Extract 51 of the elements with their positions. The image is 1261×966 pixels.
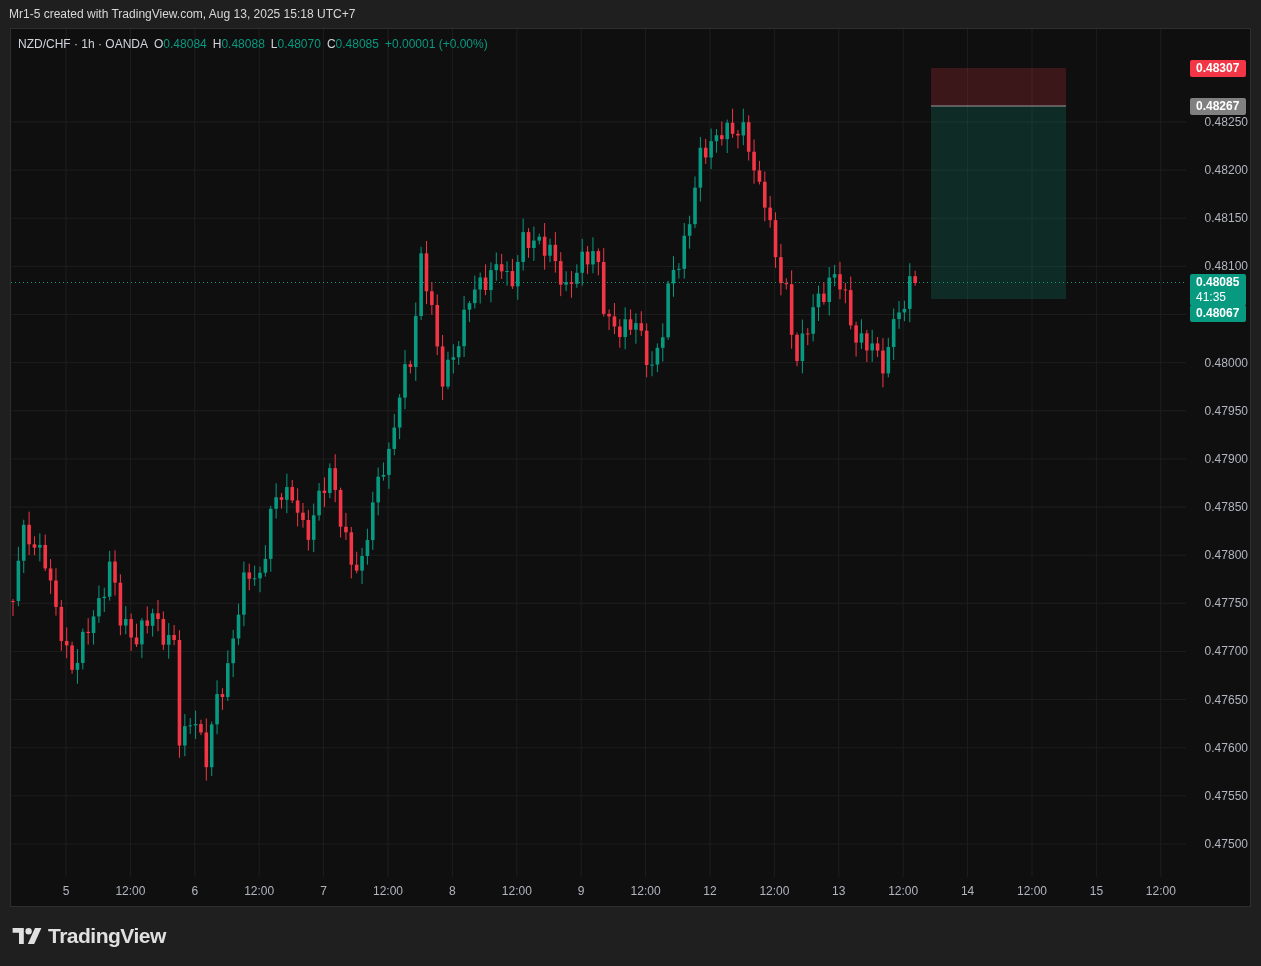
price-change: +0.00001 (+0.00%) (384, 36, 488, 53)
time-axis-label: 12 (703, 884, 717, 898)
price-axis-label: 0.48000 (1203, 355, 1248, 370)
price-axis-label: 0.47800 (1203, 548, 1248, 563)
time-axis-label: 12:00 (888, 884, 919, 898)
time-axis-label: 13 (832, 884, 846, 898)
time-axis-label: 12:00 (373, 884, 403, 898)
price-axis-label: 0.48250 (1203, 115, 1248, 129)
price-axis-label: 0.47650 (1203, 692, 1248, 707)
price-axis-label: 0.47850 (1203, 500, 1248, 515)
chart-caption: Mr1-5 created with TradingView.com, Aug 13, 2025 15:18 UTC+7 (9, 6, 356, 23)
tradingview-logo-icon (12, 928, 42, 944)
time-axis-label: 8 (449, 884, 456, 898)
price-axis-label: 0.47950 (1203, 403, 1248, 418)
time-axis-label: 9 (577, 884, 585, 898)
ohlc-value: 0.48088 (221, 36, 265, 53)
price-axis-label: 0.48100 (1203, 259, 1248, 274)
time-axis-label: 12:00 (244, 884, 275, 898)
price-axis-label: 0.47500 (1203, 836, 1248, 851)
time-axis-label: 12:00 (630, 884, 661, 898)
bar-countdown: 41:35 (1196, 290, 1228, 305)
ohlc-value: 0.48084 (163, 36, 207, 53)
ohlc-label: O (154, 36, 164, 53)
price-axis-label: 0.47750 (1203, 596, 1248, 611)
price-axis-label: 0.48200 (1203, 163, 1248, 178)
price-badge-value: 0.48067 (1196, 306, 1240, 321)
ohlc-value: 0.48085 (335, 36, 379, 53)
ohlc-label: L (270, 36, 278, 53)
time-axis-label: 12:00 (759, 884, 790, 898)
time-axis-label: 12:00 (115, 884, 146, 898)
time-axis-label: 5 (62, 884, 70, 898)
price-axis-label: 0.47600 (1203, 740, 1248, 755)
price-badge-value: 0.48307 (1196, 61, 1240, 76)
price-axis-label: 0.48150 (1203, 211, 1248, 226)
time-axis-label: 12:00 (1145, 884, 1176, 898)
price-axis-label: 0.47700 (1203, 644, 1248, 659)
time-axis-label: 14 (960, 884, 975, 898)
symbol-label: NZD/CHF · 1h · OANDA (18, 36, 148, 53)
time-axis-label: 12:00 (1017, 884, 1047, 898)
ohlc-label: C (326, 36, 336, 53)
price-badge-value: 0.48085 (1196, 275, 1240, 290)
ohlc-value: 0.48070 (277, 36, 321, 53)
time-axis-label: 15 (1089, 884, 1104, 898)
time-axis-label: 7 (320, 884, 327, 898)
price-badge-value: 0.48267 (1196, 99, 1240, 114)
time-axis-label: 6 (191, 884, 199, 898)
price-axis-label: 0.47900 (1203, 451, 1248, 466)
ohlc-label: H (212, 36, 222, 53)
price-axis-label: 0.47550 (1203, 788, 1248, 803)
brand-logo-text: TradingView (48, 923, 166, 950)
time-axis-label: 12:00 (501, 884, 532, 898)
